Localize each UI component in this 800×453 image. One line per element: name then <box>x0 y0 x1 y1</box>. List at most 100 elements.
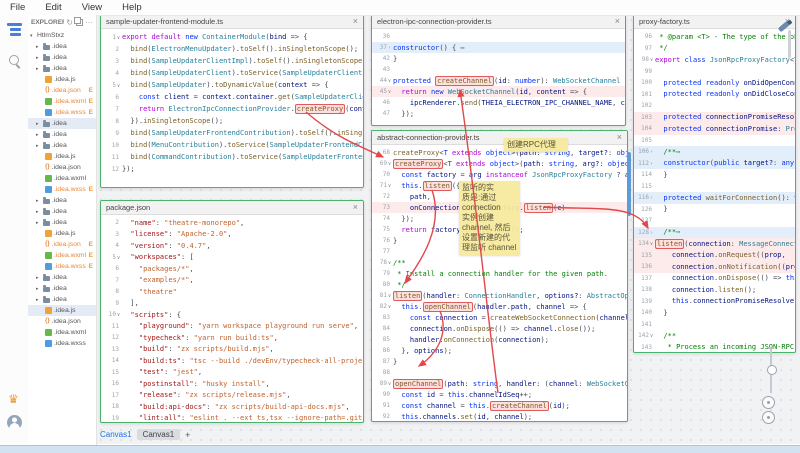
highlighted-token[interactable]: listen <box>423 181 452 191</box>
panel-header[interactable]: proxy-factory.ts× <box>634 15 795 29</box>
code-panel-sample[interactable]: sample-updater-frontend-module.ts×1∨expo… <box>100 14 364 188</box>
add-canvas-button[interactable]: + <box>185 430 190 440</box>
tree-item-idea[interactable]: ▸.idea <box>28 217 96 228</box>
fold-icon[interactable]: ∨ <box>117 312 120 318</box>
tree-item-idea[interactable]: ▸.idea <box>28 272 96 283</box>
highlighted-token[interactable]: listen <box>655 239 684 249</box>
fold-icon[interactable]: ∨ <box>388 304 391 310</box>
refresh-icon[interactable]: ↻ <box>66 19 73 27</box>
tree-item-idea.wxml[interactable]: .idea.wxmlE <box>28 96 96 107</box>
code-panel-electron[interactable]: electron-ipc-connection-provider.ts×36 3… <box>371 14 626 126</box>
panel-header[interactable]: electron-ipc-connection-provider.ts× <box>372 15 625 29</box>
tree-item-idea[interactable]: ▸.idea <box>28 52 96 63</box>
tree-item-idea[interactable]: ▸.idea <box>28 283 96 294</box>
tree-item-idea.json[interactable]: {}.idea.jsonE <box>28 85 96 96</box>
close-icon[interactable]: × <box>617 133 622 142</box>
center-view-button[interactable] <box>762 411 775 424</box>
highlighted-token[interactable]: createChannel <box>435 76 494 86</box>
tree-item-idea.js[interactable]: .idea.js <box>28 305 96 316</box>
code-line: 139 this.connectionPromiseResolve( <box>634 296 795 308</box>
highlighted-token[interactable]: createProxy <box>295 104 345 114</box>
highlighted-token[interactable]: openChannel <box>393 379 443 389</box>
menu-item-help[interactable]: Help <box>112 2 152 13</box>
fold-icon[interactable]: ∨ <box>117 35 120 41</box>
fold-icon[interactable]: ∨ <box>650 57 653 63</box>
search-icon[interactable] <box>9 55 19 65</box>
code-panel-proxy[interactable]: proxy-factory.ts× 96 * @param <T> - The t… <box>633 14 796 353</box>
panel-header[interactable]: abstract-connection-provider.ts× <box>372 131 627 145</box>
user-avatar[interactable] <box>7 415 22 430</box>
fold-icon[interactable]: ∨ <box>388 260 391 266</box>
tree-item-idea[interactable]: ▸.idea <box>28 41 96 52</box>
tree-item-idea.json[interactable]: {}.idea.json <box>28 316 96 327</box>
highlighted-token[interactable]: listen <box>393 291 422 301</box>
highlighted-token[interactable]: createProxy <box>393 159 443 169</box>
tree-item-idea.json[interactable]: {}.idea.json <box>28 162 96 173</box>
menu-item-edit[interactable]: Edit <box>35 2 71 13</box>
fold-icon[interactable]: ∨ <box>388 183 391 189</box>
more-actions-icon[interactable]: ··· <box>85 19 93 27</box>
fold-icon[interactable]: › <box>650 161 653 167</box>
tree-item-idea.wxss[interactable]: .idea.wxssE <box>28 107 96 118</box>
fit-view-button[interactable] <box>762 396 775 409</box>
tab-canvas1[interactable]: Canvas1 <box>100 430 132 439</box>
fold-icon[interactable]: › <box>650 230 653 236</box>
tree-item-idea.wxss[interactable]: .idea.wxss <box>28 338 96 349</box>
fold-icon[interactable]: ∨ <box>388 78 391 84</box>
highlighted-token[interactable]: openChannel <box>423 302 473 312</box>
fold-icon[interactable]: ∨ <box>388 161 391 167</box>
explorer-tree-icon[interactable] <box>7 23 22 36</box>
code-panel-abstract[interactable]: abstract-connection-provider.ts×68 creat… <box>371 130 628 422</box>
tree-item-idea[interactable]: ▸.idea <box>28 294 96 305</box>
proxy-panel-scrollbar-thumb[interactable] <box>788 30 791 58</box>
tree-item-idea.wxml[interactable]: .idea.wxmlE <box>28 250 96 261</box>
tree-item-idea[interactable]: ▸.idea <box>28 140 96 151</box>
fold-icon[interactable]: › <box>388 45 391 51</box>
panel-scrollbar-thumb[interactable] <box>627 152 631 216</box>
tab-canvas1-2[interactable]: Canvas1 <box>137 429 181 440</box>
tree-item-idea.js[interactable]: .idea.js <box>28 151 96 162</box>
tree-item-idea.wxss[interactable]: .idea.wxssE <box>28 261 96 272</box>
tree-item-idea[interactable]: ▸.idea <box>28 63 96 74</box>
code-line: 96 * @param <T> - The type of the object <box>634 31 795 43</box>
highlighted-token[interactable]: createChannel <box>490 401 549 411</box>
close-icon[interactable]: × <box>615 17 620 26</box>
code-line: 140 } <box>634 307 795 319</box>
fold-icon[interactable]: ∨ <box>388 293 391 299</box>
panel-header[interactable]: sample-updater-frontend-module.ts× <box>101 15 363 29</box>
tree-item-idea[interactable]: ▸.idea <box>28 129 96 140</box>
sticky-note-1[interactable]: 创建RPC代理 <box>504 138 568 152</box>
fold-icon[interactable]: ∨ <box>388 89 391 95</box>
tree-item-idea.js[interactable]: .idea.js <box>28 74 96 85</box>
tree-item-idea[interactable]: ▸.idea <box>28 118 96 129</box>
tree-item-idea.wxss[interactable]: .idea.wxssE <box>28 184 96 195</box>
sticky-note-2[interactable]: 监听的实质是:通过connection实例创建channel, 然后设置新建的代… <box>459 181 520 255</box>
fold-icon[interactable]: ∨ <box>650 333 653 339</box>
close-icon[interactable]: × <box>353 17 358 26</box>
tree-item-idea[interactable]: ▸.idea <box>28 206 96 217</box>
fold-icon[interactable]: › <box>650 195 653 201</box>
tree-item-idea.wxml[interactable]: .idea.wxml <box>28 173 96 184</box>
code-panel-package[interactable]: package.json×2 "name": "theatre-monorepo… <box>100 200 364 423</box>
fold-icon[interactable]: › <box>650 149 653 155</box>
menu-item-view[interactable]: View <box>72 2 112 13</box>
tree-item-idea.wxml[interactable]: .idea.wxml <box>28 327 96 338</box>
tree-item-idea.js[interactable]: .idea.js <box>28 228 96 239</box>
code-text: createProxy<T extends object>(path: stri… <box>393 160 627 168</box>
highlighted-token[interactable]: listen <box>524 203 553 213</box>
panel-header[interactable]: package.json× <box>101 201 363 215</box>
tree-item-root[interactable]: ▾HtlmStxz <box>28 30 96 41</box>
zoom-slider-handle[interactable] <box>767 365 777 375</box>
menu-item-file[interactable]: File <box>0 2 35 13</box>
fold-icon[interactable]: ∨ <box>650 241 653 247</box>
close-icon[interactable]: × <box>353 203 358 212</box>
tree-item-idea[interactable]: ▸.idea <box>28 195 96 206</box>
fold-icon[interactable]: ∨ <box>117 255 120 261</box>
fold-icon[interactable]: ∨ <box>388 381 391 387</box>
fold-icon[interactable]: ∨ <box>117 83 120 89</box>
twisty-icon: ▸ <box>36 209 41 215</box>
collapse-folders-icon[interactable] <box>76 19 83 26</box>
crown-icon[interactable]: ♛ <box>8 393 19 405</box>
tree-item-idea.json[interactable]: {}.idea.jsonE <box>28 239 96 250</box>
code-line: 97 */ <box>634 43 795 55</box>
